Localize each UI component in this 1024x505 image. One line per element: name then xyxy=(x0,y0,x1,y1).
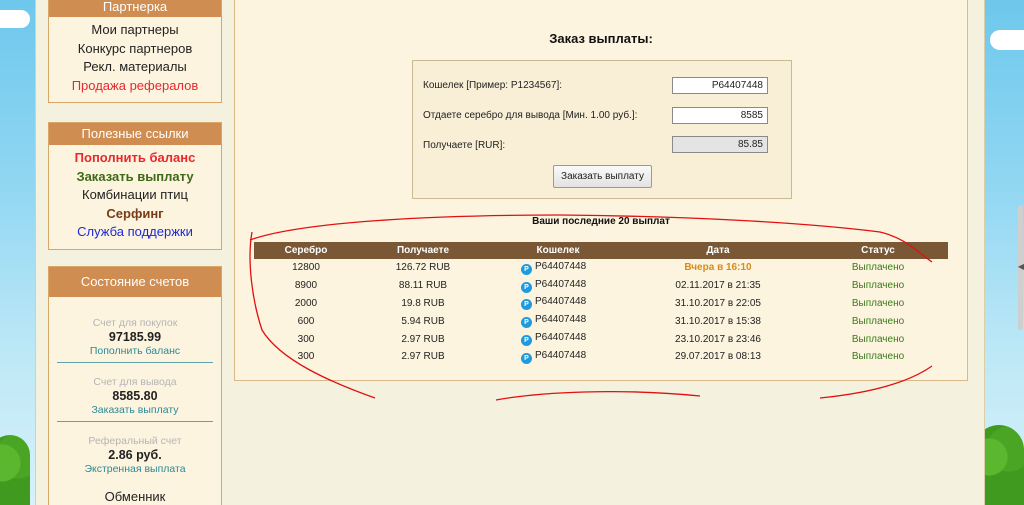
table-row: 600 5.94 RUB P P64407448 31.10.2017 в 15:… xyxy=(254,312,948,330)
wallet-number: P64407448 xyxy=(535,349,587,361)
receive-amount-field xyxy=(672,136,768,153)
wallet-number: P64407448 xyxy=(535,332,587,344)
cell-wallet: P P64407448 xyxy=(488,312,628,330)
cell-receive: 5.94 RUB xyxy=(401,315,445,327)
table-row: 300 2.97 RUB P P64407448 23.10.2017 в 23:… xyxy=(254,330,948,348)
grass-decoration xyxy=(0,435,30,505)
table-row: 8900 88.11 RUB P P64407448 02.11.2017 в 2… xyxy=(254,277,948,295)
sidebar-item-order-payout[interactable]: Заказать выплату xyxy=(49,168,221,187)
column-header-status: Статус xyxy=(808,242,948,259)
cell-date: 23.10.2017 в 23:46 xyxy=(675,333,761,345)
cell-date: 02.11.2017 в 21:35 xyxy=(675,280,761,292)
wallet-number: P64407448 xyxy=(535,278,587,290)
sidebar-item-sell-referrals[interactable]: Продажа рефералов xyxy=(49,77,221,96)
account-withdrawal: Счет для вывода 8585.80 Заказать выплату xyxy=(57,363,213,422)
cloud xyxy=(0,10,30,28)
cell-status: Выплачено xyxy=(851,333,905,345)
scrollbar[interactable]: ◀ xyxy=(1016,0,1024,505)
main-panel: Заказ выплаты: Кошелек [Пример: P1234567… xyxy=(234,0,968,381)
cell-receive: 2.97 RUB xyxy=(401,333,445,345)
cell-receive: 88.11 RUB xyxy=(398,280,448,292)
payouts-table-caption: Ваши последние 20 выплат xyxy=(532,216,670,227)
receive-label: Получаете [RUR]: xyxy=(423,140,506,151)
order-payout-button[interactable]: Заказать выплату xyxy=(553,165,652,188)
column-header-receive: Получаете xyxy=(358,242,488,259)
cell-wallet: P P64407448 xyxy=(488,259,628,277)
cell-wallet: P P64407448 xyxy=(488,295,628,313)
payeer-icon: P xyxy=(521,281,532,293)
cell-silver: 300 xyxy=(297,351,315,363)
cell-status: Выплачено xyxy=(851,262,905,274)
column-header-wallet: Кошелек xyxy=(488,242,628,259)
table-row: 12800 126.72 RUB P P64407448 Вчера в 16:1… xyxy=(254,259,948,277)
payeer-icon: P xyxy=(521,335,532,347)
payouts-table: Серебро Получаете Кошелек Дата Статус 12… xyxy=(254,242,948,366)
cell-receive: 126.72 RUB xyxy=(395,262,451,274)
partners-box: Партнерка Мои партнеры Конкурс партнеров… xyxy=(48,0,222,103)
page-container: Партнерка Мои партнеры Конкурс партнеров… xyxy=(35,0,985,505)
sidebar-item-top-up-balance[interactable]: Пополнить баланс xyxy=(49,149,221,168)
column-header-silver: Серебро xyxy=(254,242,358,259)
cell-wallet: P P64407448 xyxy=(488,330,628,348)
account-value: 97185.99 xyxy=(108,330,162,344)
cell-date: 31.10.2017 в 15:38 xyxy=(675,315,761,327)
cell-status: Выплачено xyxy=(851,297,905,309)
cell-silver: 600 xyxy=(297,315,315,327)
payeer-icon: P xyxy=(521,263,532,275)
account-action-link[interactable]: Экстренная выплата xyxy=(57,463,213,475)
cell-date: Вчера в 16:10 xyxy=(684,262,752,274)
cell-receive: 2.97 RUB xyxy=(401,351,445,363)
silver-amount-input[interactable] xyxy=(672,107,768,124)
cell-silver: 300 xyxy=(297,333,315,345)
account-action-link[interactable]: Заказать выплату xyxy=(57,404,213,416)
cell-silver: 2000 xyxy=(294,297,318,309)
column-header-date: Дата xyxy=(628,242,808,259)
sidebar-item-partners-contest[interactable]: Конкурс партнеров xyxy=(49,40,221,59)
wallet-number: P64407448 xyxy=(535,296,587,308)
payeer-icon: P xyxy=(521,299,532,311)
cell-date: 31.10.2017 в 22:05 xyxy=(675,297,761,309)
cell-status: Выплачено xyxy=(851,315,905,327)
wallet-number: P64407448 xyxy=(535,314,587,326)
account-referral: Реферальный счет 2.86 руб. Экстренная вы… xyxy=(57,422,213,480)
wallet-label: Кошелек [Пример: P1234567]: xyxy=(423,80,563,91)
table-row: 2000 19.8 RUB P P64407448 31.10.2017 в 22… xyxy=(254,295,948,313)
payout-form: Кошелек [Пример: P1234567]: Отдаете сере… xyxy=(412,60,792,199)
cell-date: 29.07.2017 в 08:13 xyxy=(675,351,761,363)
wallet-number: P64407448 xyxy=(535,260,587,272)
account-label: Счет для покупок xyxy=(92,317,178,329)
accounts-box: Состояние счетов Счет для покупок 97185.… xyxy=(48,266,222,505)
silver-label: Отдаете серебро для вывода [Мин. 1.00 ру… xyxy=(423,110,638,121)
scroll-arrow-icon[interactable]: ◀ xyxy=(1018,262,1024,271)
account-label: Реферальный счет xyxy=(88,435,182,447)
cell-silver: 12800 xyxy=(292,262,320,274)
payeer-icon: P xyxy=(521,317,532,329)
sidebar-item-surfing[interactable]: Серфинг xyxy=(49,205,221,224)
sidebar-item-bird-combinations[interactable]: Комбинации птиц xyxy=(49,186,221,205)
account-value: 2.86 руб. xyxy=(108,448,162,462)
page-title: Заказ выплаты: xyxy=(549,31,653,46)
accounts-box-title: Состояние счетов xyxy=(49,267,221,297)
partners-box-title: Партнерка xyxy=(49,0,221,17)
payeer-icon: P xyxy=(521,352,532,364)
account-purchases: Счет для покупок 97185.99 Пополнить бала… xyxy=(57,311,213,363)
cell-status: Выплачено xyxy=(851,351,905,363)
account-label: Счет для вывода xyxy=(93,376,177,388)
account-value: 8585.80 xyxy=(112,389,158,403)
cell-status: Выплачено xyxy=(851,280,905,292)
account-action-link[interactable]: Пополнить баланс xyxy=(57,345,213,357)
useful-links-box: Полезные ссылки Пополнить баланс Заказат… xyxy=(48,122,222,250)
cell-wallet: P P64407448 xyxy=(488,348,628,366)
wallet-input[interactable] xyxy=(672,77,768,94)
table-row: 300 2.97 RUB P P64407448 29.07.2017 в 08:… xyxy=(254,348,948,366)
sidebar-item-support[interactable]: Служба поддержки xyxy=(49,223,221,242)
sidebar-item-exchanger[interactable]: Обменник xyxy=(49,488,221,505)
cell-silver: 8900 xyxy=(294,280,318,292)
cell-receive: 19.8 RUB xyxy=(401,297,445,309)
sidebar-item-ad-materials[interactable]: Рекл. материалы xyxy=(49,58,221,77)
cell-wallet: P P64407448 xyxy=(488,277,628,295)
useful-links-title: Полезные ссылки xyxy=(49,123,221,145)
sidebar-item-my-partners[interactable]: Мои партнеры xyxy=(49,21,221,40)
table-header-row: Серебро Получаете Кошелек Дата Статус xyxy=(254,242,948,259)
